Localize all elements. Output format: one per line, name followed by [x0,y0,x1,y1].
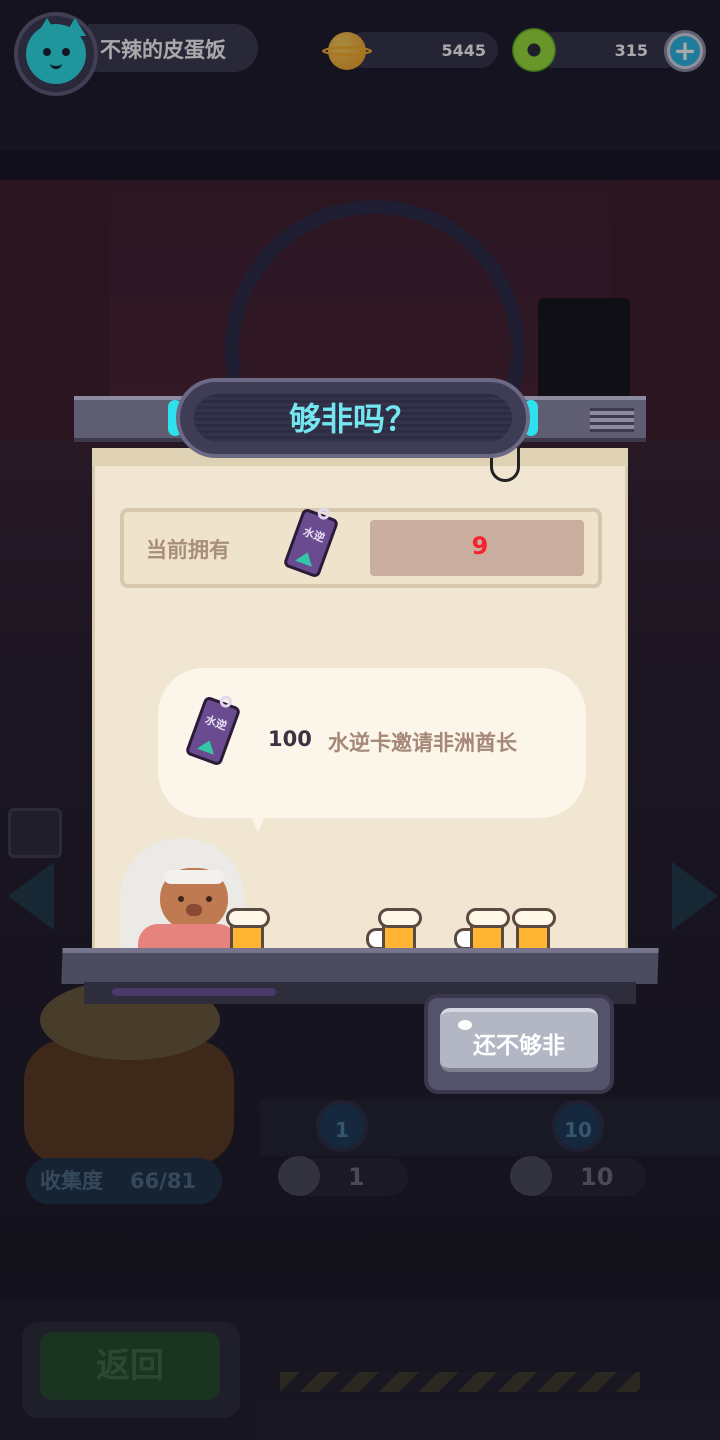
dialog-shelf [61,948,659,984]
offer-count: 100 [268,727,312,751]
owned-value: 9 [471,532,489,560]
not-enough-button-face: 还不够非 [440,1008,598,1072]
card-text: 水逆 [203,713,229,733]
dialog-title: 够非吗？ [288,400,417,438]
bubble-tail [250,814,266,832]
shelf-stripe [112,988,276,996]
vent-icon [590,408,634,432]
offer-text: 水逆卡邀请非洲酋长 [328,731,517,755]
owned-label: 当前拥有 [146,538,230,562]
not-enough-button-label: 还不够非 [473,1033,565,1059]
card-text: 水逆 [301,525,327,545]
not-enough-button[interactable]: 还不够非 [424,994,614,1094]
